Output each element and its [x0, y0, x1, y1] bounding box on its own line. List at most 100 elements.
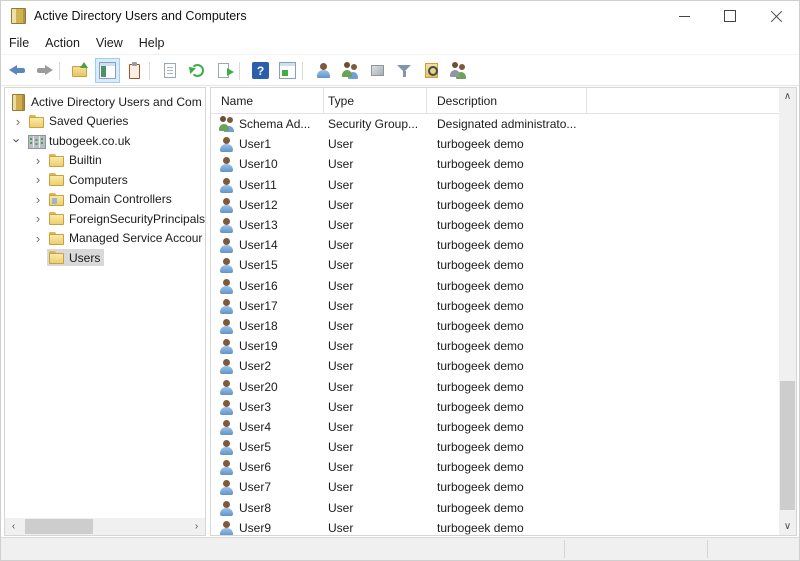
toolbar-separator[interactable]: [59, 58, 66, 83]
tree-expander-icon[interactable]: [29, 232, 47, 245]
name-cell: User17: [211, 298, 324, 314]
menu-item[interactable]: File: [1, 31, 37, 54]
menu-item[interactable]: Action: [37, 31, 88, 54]
refresh-button[interactable]: [185, 58, 210, 83]
find-button[interactable]: [419, 58, 444, 83]
name-cell: User3: [211, 399, 324, 415]
tree-entry[interactable]: Domain Controllers: [47, 191, 176, 208]
object-description: turbogeek demo: [427, 238, 779, 252]
menu-item[interactable]: View: [88, 31, 131, 54]
column-header[interactable]: Description: [427, 88, 587, 113]
list-row[interactable]: User9 User turbogeek demo: [211, 518, 779, 535]
filter-button[interactable]: [392, 58, 417, 83]
tree-entry[interactable]: Users: [47, 249, 104, 266]
tree-entry[interactable]: Active Directory Users and Com: [9, 93, 206, 110]
list-row[interactable]: User11 User turbogeek demo: [211, 175, 779, 195]
tree-entry[interactable]: tubogeek.co.uk: [27, 132, 134, 149]
tree-expander-icon[interactable]: [29, 193, 47, 206]
object-type: User: [324, 137, 427, 151]
menu-item[interactable]: Help: [131, 31, 173, 54]
close-button[interactable]: [753, 1, 799, 31]
object-type-icon: [219, 500, 234, 516]
tree-expander-icon[interactable]: [29, 173, 47, 186]
list-row[interactable]: User16 User turbogeek demo: [211, 276, 779, 296]
help-button[interactable]: [248, 58, 273, 83]
tree-item[interactable]: Saved Queries: [5, 112, 205, 132]
tree-item[interactable]: Active Directory Users and Com: [5, 92, 205, 112]
tree-item[interactable]: Managed Service Accour: [5, 229, 205, 249]
up-one-level-button[interactable]: [68, 58, 93, 83]
tree-item[interactable]: Users: [5, 248, 205, 268]
object-type-icon: [219, 399, 234, 415]
name-cell: User6: [211, 459, 324, 475]
console-system-icon[interactable]: [11, 8, 26, 24]
vertical-scrollbar-thumb[interactable]: [780, 381, 795, 510]
scroll-down-arrow-icon[interactable]: ∨: [779, 518, 796, 535]
list-row[interactable]: User10 User turbogeek demo: [211, 154, 779, 174]
tree-item-icon: [48, 153, 64, 168]
list-row[interactable]: User8 User turbogeek demo: [211, 498, 779, 518]
tree-expander-icon[interactable]: [9, 115, 27, 128]
list-row[interactable]: User12 User turbogeek demo: [211, 195, 779, 215]
new-user-button[interactable]: [311, 58, 336, 83]
tree-item-label: Users: [69, 251, 100, 265]
tree-entry[interactable]: Computers: [47, 171, 132, 188]
horizontal-scrollbar-thumb[interactable]: [25, 519, 93, 534]
tree-entry[interactable]: Saved Queries: [27, 113, 132, 130]
object-name: User10: [239, 157, 278, 171]
tree-item[interactable]: Builtin: [5, 151, 205, 171]
back-button[interactable]: [5, 58, 30, 83]
list-row[interactable]: User18 User turbogeek demo: [211, 316, 779, 336]
list-row[interactable]: User1 User turbogeek demo: [211, 134, 779, 154]
list-row[interactable]: User3 User turbogeek demo: [211, 397, 779, 417]
tree-entry[interactable]: ForeignSecurityPrincipals: [47, 210, 206, 227]
show-window-button[interactable]: [275, 58, 300, 83]
list-row[interactable]: Schema Ad... Security Group... Designate…: [211, 114, 779, 134]
name-cell: User11: [211, 177, 324, 193]
list-row[interactable]: User6 User turbogeek demo: [211, 457, 779, 477]
toolbar-icon: [279, 62, 296, 79]
minimize-button[interactable]: [661, 1, 707, 31]
clipboard-button[interactable]: [122, 58, 147, 83]
scroll-left-arrow-icon[interactable]: ‹: [5, 518, 22, 535]
tree-expander-icon[interactable]: [9, 134, 27, 147]
show-hide-console-tree-button[interactable]: [95, 58, 120, 83]
toolbar-separator[interactable]: [149, 58, 156, 83]
properties-button[interactable]: [158, 58, 183, 83]
scroll-up-arrow-icon[interactable]: ∧: [779, 88, 796, 105]
column-header[interactable]: Type: [324, 88, 427, 113]
list-row[interactable]: User19 User turbogeek demo: [211, 336, 779, 356]
list-row[interactable]: User15 User turbogeek demo: [211, 255, 779, 275]
advanced-button[interactable]: [446, 58, 471, 83]
column-header[interactable]: Name: [211, 88, 324, 113]
toolbar-separator[interactable]: [302, 58, 309, 83]
list-row[interactable]: User14 User turbogeek demo: [211, 235, 779, 255]
tree-item-label: tubogeek.co.uk: [49, 134, 130, 148]
scroll-right-arrow-icon[interactable]: ›: [188, 518, 205, 535]
list-row[interactable]: User20 User turbogeek demo: [211, 376, 779, 396]
list-row[interactable]: User4 User turbogeek demo: [211, 417, 779, 437]
export-list-button[interactable]: [212, 58, 237, 83]
list-row[interactable]: User7 User turbogeek demo: [211, 477, 779, 497]
forward-button[interactable]: [32, 58, 57, 83]
tree-item[interactable]: tubogeek.co.uk: [5, 131, 205, 151]
new-group-button[interactable]: [338, 58, 363, 83]
list-row[interactable]: User13 User turbogeek demo: [211, 215, 779, 235]
tree-expander-icon[interactable]: [29, 154, 47, 167]
tree-item[interactable]: Computers: [5, 170, 205, 190]
toolbar-icon: [72, 62, 89, 79]
list-row[interactable]: User17 User turbogeek demo: [211, 296, 779, 316]
tree-entry[interactable]: Builtin: [47, 152, 106, 169]
list-row[interactable]: User2 User turbogeek demo: [211, 356, 779, 376]
toolbar-separator[interactable]: [239, 58, 246, 83]
tree-entry[interactable]: Managed Service Accour: [47, 230, 206, 247]
object-description: turbogeek demo: [427, 440, 779, 454]
object-name: User15: [239, 258, 278, 272]
tree-item[interactable]: ForeignSecurityPrincipals: [5, 209, 205, 229]
tree-expander-icon[interactable]: [29, 212, 47, 225]
new-ou-button[interactable]: [365, 58, 390, 83]
maximize-button[interactable]: [707, 1, 753, 31]
tree-item[interactable]: Domain Controllers: [5, 190, 205, 210]
list-row[interactable]: User5 User turbogeek demo: [211, 437, 779, 457]
tree-item-icon: [48, 211, 64, 226]
